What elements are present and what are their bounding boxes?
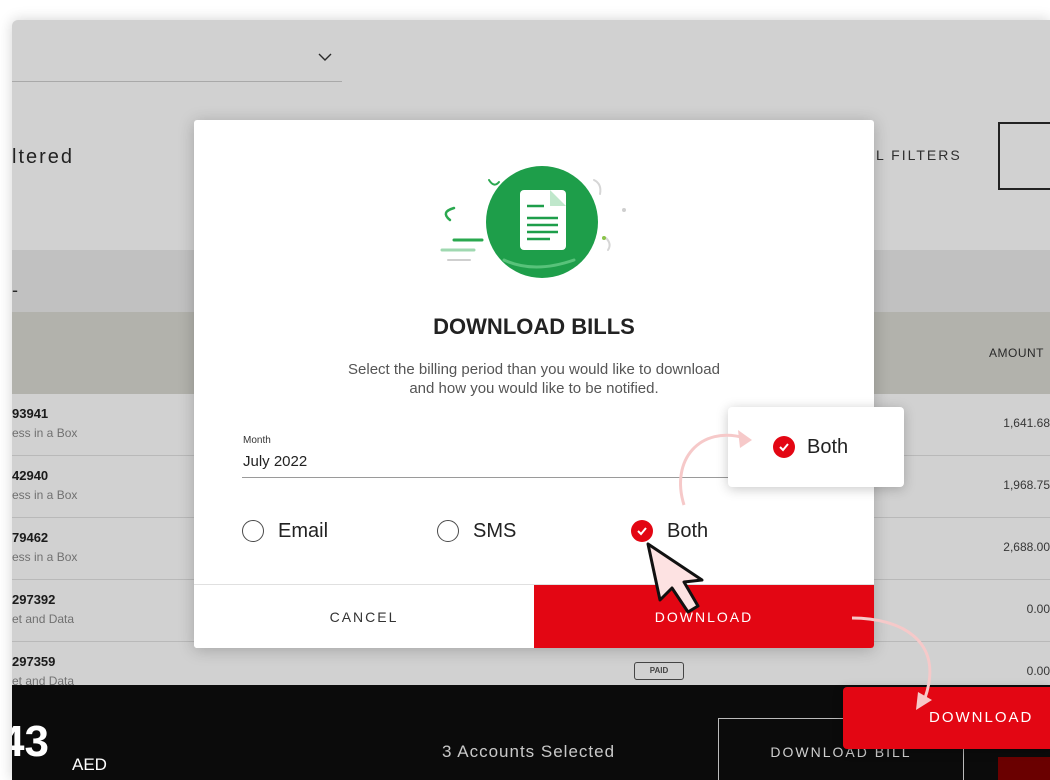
modal-description: Select the billing period than you would… — [348, 361, 720, 397]
modal-title: DOWNLOAD BILLS — [433, 314, 635, 339]
callout-both-label: Both — [807, 435, 849, 458]
currency-label: AED — [72, 755, 107, 774]
footer-red-button-edge[interactable] — [998, 757, 1050, 780]
month-field-underline — [242, 477, 772, 478]
month-field[interactable]: July 2022 — [243, 453, 307, 470]
radio-email-label: Email — [278, 519, 329, 542]
check-icon — [773, 436, 795, 458]
radio-email[interactable]: Email — [242, 519, 328, 543]
radio-sms-label: SMS — [473, 519, 517, 542]
pointer-cursor-icon — [646, 542, 704, 614]
cancel-button[interactable]: CANCEL — [194, 585, 534, 648]
accounts-selected-text: 3 Accounts Selected — [442, 742, 616, 761]
download-callout: DOWNLOAD — [843, 687, 1050, 749]
download-bills-modal: DOWNLOAD BILLS Select the billing period… — [194, 120, 874, 648]
radio-sms[interactable]: SMS — [437, 519, 516, 543]
month-field-label: Month — [243, 435, 271, 446]
radio-circle[interactable] — [242, 520, 264, 542]
modal-actions: CANCEL DOWNLOAD — [194, 584, 874, 648]
both-option-callout: Both — [728, 407, 904, 487]
document-icon — [440, 166, 626, 278]
total-amount: 43 — [12, 717, 49, 766]
app-window: ltered L FILTERS - AMOUNT 93941 ess in a… — [12, 20, 1050, 780]
radio-circle[interactable] — [437, 520, 459, 542]
